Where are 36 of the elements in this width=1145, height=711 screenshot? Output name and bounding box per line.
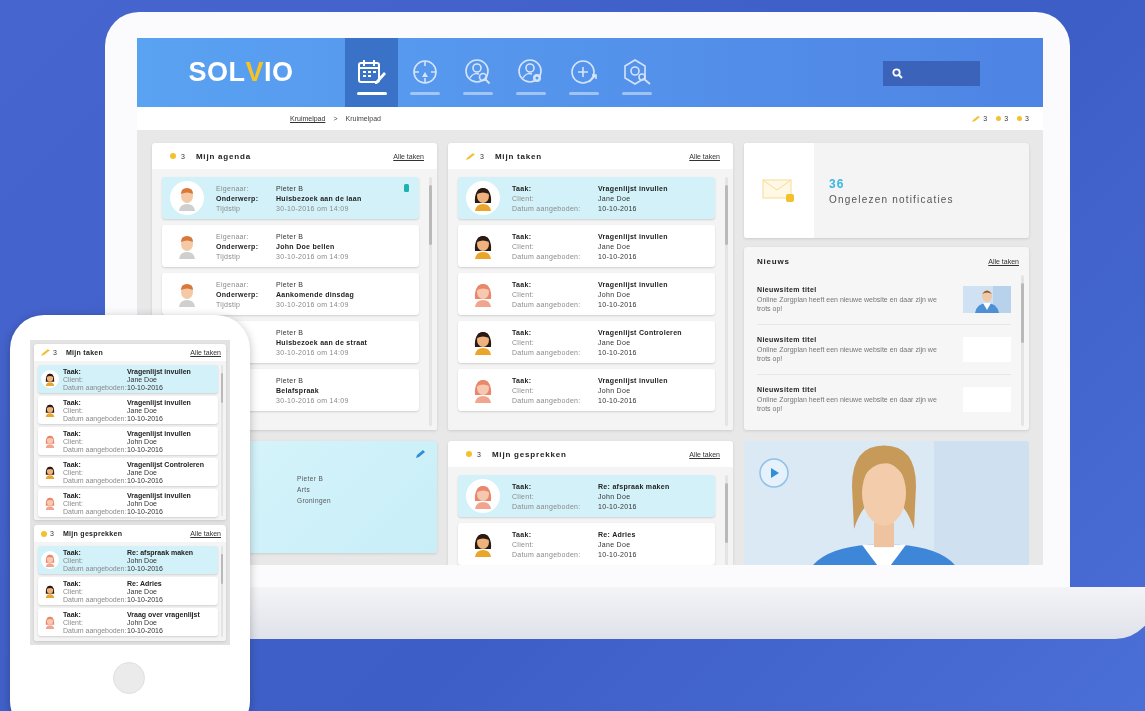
pencil-icon: [41, 349, 50, 356]
panel-title: Mijn gesprekken: [491, 449, 567, 459]
avatar-icon: [466, 479, 500, 513]
compass-icon: [410, 58, 439, 86]
scrollbar[interactable]: [725, 475, 728, 565]
play-icon[interactable]: [759, 458, 789, 488]
avatar-icon: [466, 181, 500, 215]
panel-title: Nieuws: [757, 256, 790, 266]
avatar-icon: [41, 551, 59, 569]
plus-circle-icon: [569, 58, 598, 86]
avatar-icon: [41, 370, 59, 388]
nav-tab[interactable]: [345, 38, 398, 107]
notification-count: 36: [829, 176, 846, 191]
calendar-edit-icon: [356, 58, 387, 86]
pencil-icon: [466, 152, 475, 160]
user-gear-icon: [516, 58, 545, 86]
dot-icon: [1017, 116, 1023, 121]
notification-label: Ongelezen notificaties: [829, 193, 954, 205]
search-field[interactable]: [883, 61, 980, 86]
scrollbar[interactable]: [1021, 275, 1024, 426]
avatar-icon: [170, 181, 204, 215]
pencil-icon: [972, 115, 981, 122]
envelope-icon: [762, 177, 796, 204]
scrollbar[interactable]: [221, 546, 223, 637]
dot-icon: [466, 451, 472, 457]
user-search-icon: [463, 58, 492, 86]
panel-title: Mijn taken: [494, 151, 543, 161]
home-button[interactable]: [113, 662, 145, 694]
dot-icon: [996, 116, 1002, 121]
hexagon-search-icon: [621, 58, 652, 86]
logo: SOLVIO: [187, 56, 295, 89]
pencil-icon[interactable]: [416, 450, 425, 458]
dot-icon: [170, 153, 176, 159]
panel-title: Mijn agenda: [195, 151, 251, 161]
search-icon: [892, 68, 903, 79]
dot-icon: [41, 530, 47, 537]
